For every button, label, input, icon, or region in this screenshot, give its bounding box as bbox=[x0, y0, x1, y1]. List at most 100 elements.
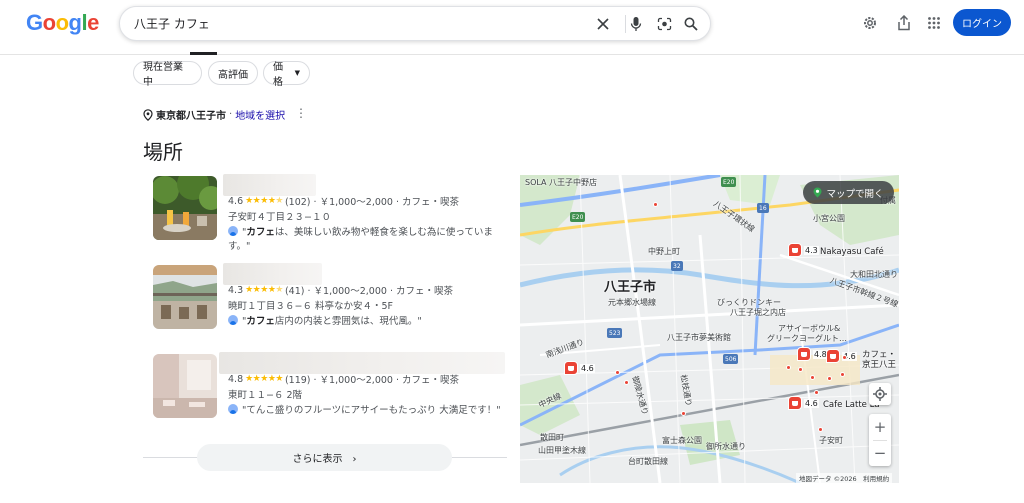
place-name[interactable] bbox=[219, 352, 505, 374]
my-location-icon[interactable] bbox=[869, 383, 891, 405]
zoom-controls: + − bbox=[869, 414, 891, 466]
place-address: 暁町１丁目３６−６ 料亭なか安４・5F bbox=[228, 301, 393, 312]
chip-open-now[interactable]: 現在営業中 bbox=[133, 61, 202, 88]
map-label: 元本郷水場線 bbox=[608, 298, 656, 307]
lens-camera-icon[interactable] bbox=[654, 14, 674, 34]
apps-grid-icon[interactable] bbox=[924, 13, 944, 33]
open-in-maps-button[interactable]: マップで開く bbox=[803, 181, 894, 204]
map-label: 散田町 bbox=[540, 433, 564, 442]
place-photo[interactable] bbox=[153, 354, 217, 418]
map-label: 八王子市夢美術館 bbox=[667, 333, 731, 342]
show-more-button[interactable]: さらに表示 › bbox=[197, 444, 452, 471]
road-shield: E20 bbox=[570, 212, 586, 222]
place-review: "てんこ盛りのフルーツにアサイーもたっぷり 大満足です！" bbox=[228, 402, 501, 416]
map-dot[interactable] bbox=[798, 367, 803, 372]
cafe-pin[interactable]: 4.8 bbox=[797, 347, 828, 361]
location-line: 東京都八王子市 · 地域を選択 bbox=[143, 107, 285, 122]
microphone-icon[interactable] bbox=[626, 14, 646, 34]
google-logo[interactable]: Google bbox=[26, 10, 99, 36]
road-shield: 16 bbox=[757, 203, 769, 213]
rating-value: 4.8 bbox=[228, 373, 244, 385]
place-address: 東町１１−６ 2階 bbox=[228, 390, 303, 401]
clear-icon[interactable] bbox=[593, 14, 613, 34]
map-label: 八王子堀之内店 bbox=[730, 308, 786, 317]
header: Google ログイン bbox=[0, 0, 1024, 55]
location-separator: · bbox=[229, 109, 233, 120]
cafe-pin[interactable]: 4.3 bbox=[788, 243, 819, 257]
chip-label: 価格 bbox=[273, 62, 283, 88]
map-dot[interactable] bbox=[818, 427, 823, 432]
road-shield: 32 bbox=[671, 261, 683, 271]
place-details: (119) · ￥1,000～2,000 · カフェ・喫茶 bbox=[284, 375, 460, 386]
cafe-icon bbox=[564, 361, 578, 375]
login-button[interactable]: ログイン bbox=[953, 9, 1011, 36]
show-more-label: さらに表示 bbox=[292, 454, 343, 465]
map-label: Nakayasu Café bbox=[820, 247, 884, 257]
map-label: 台町散田線 bbox=[628, 457, 668, 466]
chip-top-rated[interactable]: 高評価 bbox=[208, 61, 258, 85]
cafe-pin[interactable]: 4.6 bbox=[564, 361, 595, 375]
zoom-in-icon[interactable]: + bbox=[869, 414, 891, 440]
chip-label: 高評価 bbox=[218, 69, 248, 81]
share-icon[interactable] bbox=[894, 13, 914, 33]
more-options-icon[interactable]: ⋮ bbox=[295, 107, 307, 119]
place-review: "カフェ店内の内装と雰囲気は、現代風。" bbox=[228, 313, 422, 327]
road-shield: 506 bbox=[723, 354, 739, 364]
place-name[interactable] bbox=[223, 263, 322, 285]
map-label: グリークヨーグルト… bbox=[767, 334, 847, 343]
map-label: 富士森公園 bbox=[662, 436, 702, 445]
zoom-out-icon[interactable]: − bbox=[869, 440, 891, 466]
place-meta: 4.8 ★★★★★ (119) · ￥1,000～2,000 · カフェ・喫茶 bbox=[228, 372, 460, 387]
map-panel[interactable]: E20 16 E20 32 506 523 SOLA 八王子中野店 八王子環状線… bbox=[520, 175, 899, 483]
reviewer-avatar-icon bbox=[228, 404, 238, 414]
map-dot[interactable] bbox=[786, 365, 791, 370]
place-address: 子安町４丁目２３−１０ bbox=[228, 212, 331, 223]
change-location-link[interactable]: 地域を選択 bbox=[235, 107, 285, 122]
place-photo[interactable] bbox=[153, 265, 217, 329]
cafe-icon bbox=[788, 243, 802, 257]
settings-gear-icon[interactable] bbox=[860, 13, 880, 33]
review-text: 店内の内装と雰囲気は、現代風。" bbox=[274, 316, 422, 327]
review-text: "てんこ盛りのフルーツにアサイーもたっぷり 大満足です！" bbox=[242, 405, 501, 416]
cafe-icon bbox=[826, 349, 840, 363]
chevron-right-icon: › bbox=[352, 454, 357, 465]
map-label: SOLA 八王子中野店 bbox=[525, 178, 598, 187]
map-label: 小宮公園 bbox=[813, 214, 845, 223]
star-rating-icon: ★★★★★ bbox=[245, 196, 283, 206]
place-review: "カフェは、美味しい飲み物や軽食を楽しむ為に使っていま bbox=[228, 224, 493, 238]
map-dot[interactable] bbox=[840, 372, 845, 377]
caret-down-icon: ▼ bbox=[294, 69, 300, 77]
place-photo[interactable] bbox=[153, 176, 217, 240]
review-keyword: カフェ bbox=[246, 227, 275, 238]
star-rating-icon: ★★★★★ bbox=[245, 374, 283, 384]
cafe-pin[interactable]: 4.6 bbox=[788, 396, 819, 410]
reviewer-avatar-icon bbox=[228, 315, 238, 325]
map-label: 大和田北通り bbox=[850, 270, 898, 279]
map-city-label: 八王子市 bbox=[604, 280, 657, 295]
place-name[interactable] bbox=[223, 174, 316, 196]
map-dot[interactable] bbox=[810, 375, 815, 380]
review-continuation: す。" bbox=[228, 241, 251, 252]
map-dot[interactable] bbox=[653, 202, 658, 207]
maps-pin-icon bbox=[813, 187, 822, 198]
map-dot[interactable] bbox=[814, 390, 819, 395]
map-label: 中野上町 bbox=[648, 247, 680, 256]
map-label: 御所水通り bbox=[706, 442, 746, 451]
chip-label: 現在営業中 bbox=[143, 62, 183, 88]
map-dot[interactable] bbox=[615, 370, 620, 375]
search-icon[interactable] bbox=[681, 14, 701, 34]
map-dot[interactable] bbox=[827, 376, 832, 381]
location-city: 東京都八王子市 bbox=[156, 111, 226, 122]
chip-price[interactable]: 価格 ▼ bbox=[263, 61, 310, 88]
map-dot[interactable] bbox=[842, 355, 847, 360]
search-input[interactable] bbox=[134, 7, 574, 40]
map-dot[interactable] bbox=[624, 380, 629, 385]
map-dot[interactable] bbox=[681, 411, 686, 416]
search-box bbox=[119, 6, 711, 41]
map-label: 山田甲塗木線 bbox=[538, 446, 586, 455]
place-meta: 4.3 ★★★★★ (41) · ￥1,000～2,000 · カフェ・喫茶 bbox=[228, 283, 453, 298]
map-attribution[interactable]: 地図データ ©2026 利用規約 bbox=[796, 473, 893, 483]
rating-value: 4.6 bbox=[228, 195, 244, 207]
active-tab-indicator bbox=[190, 52, 217, 55]
road-shield: 523 bbox=[607, 328, 623, 338]
